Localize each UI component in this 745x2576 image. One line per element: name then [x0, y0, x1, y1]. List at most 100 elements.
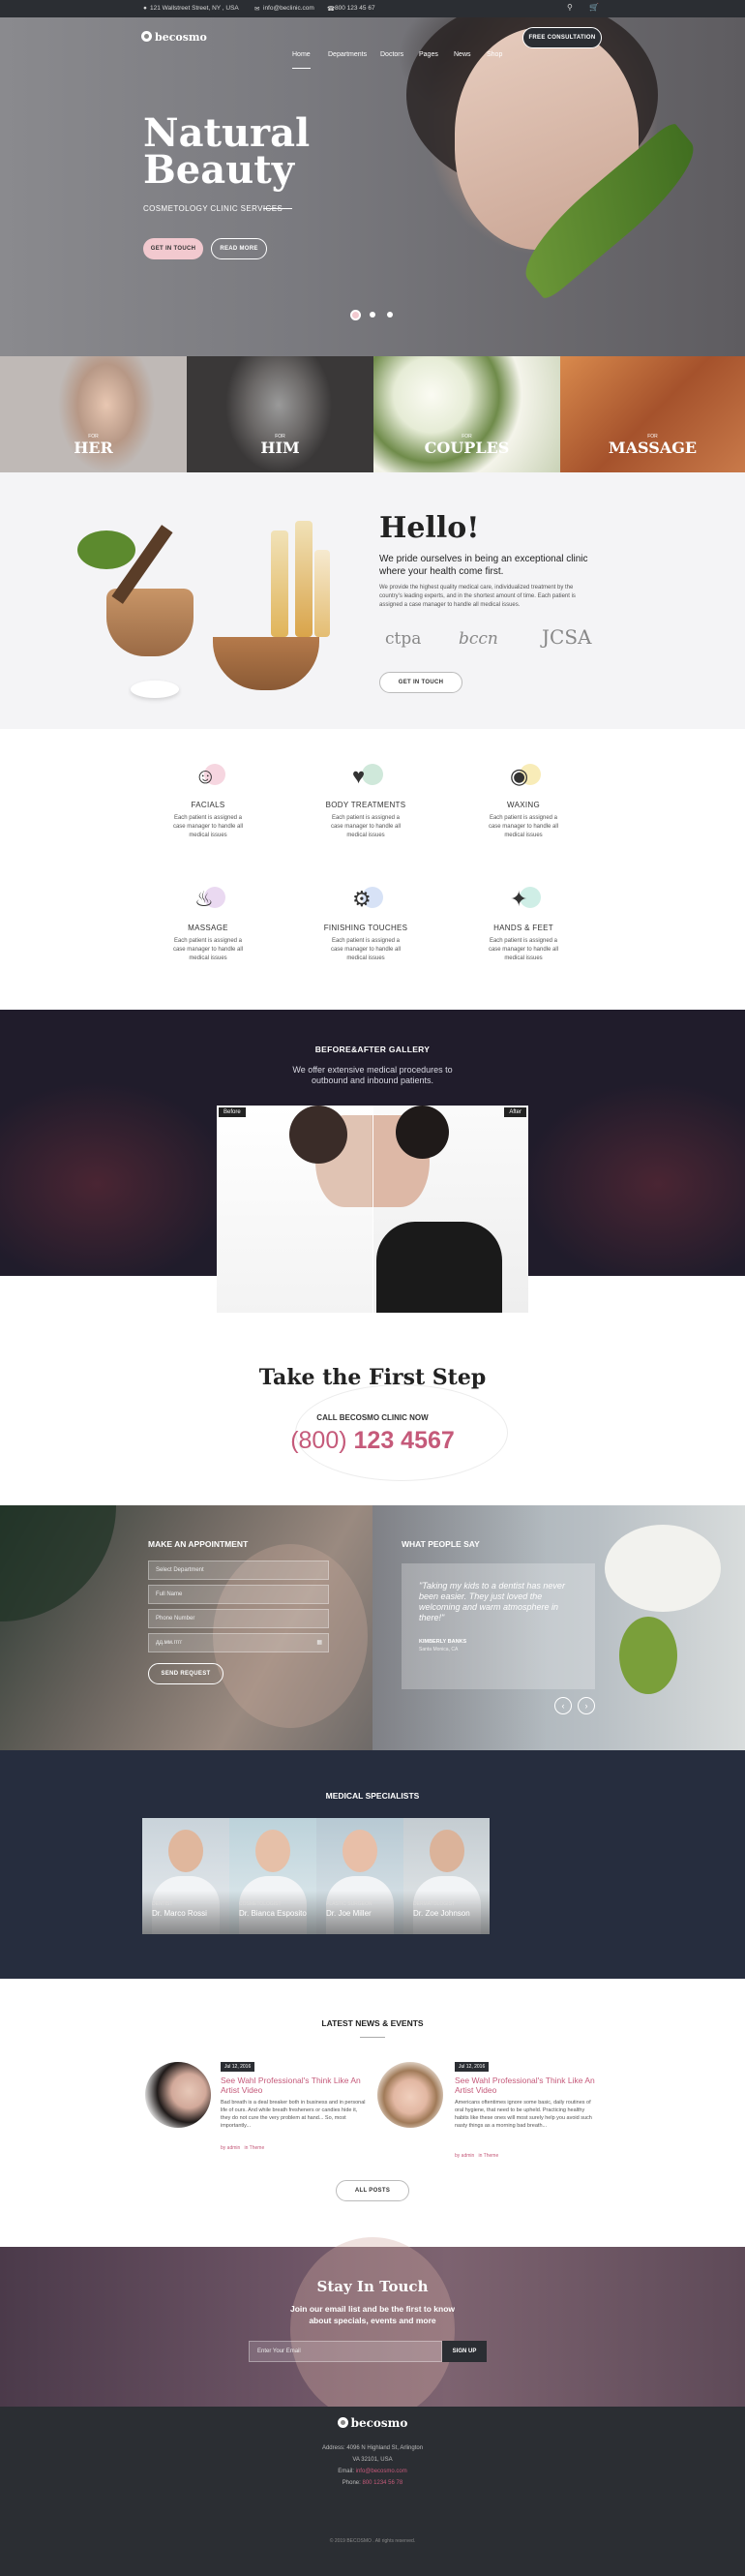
testimonial-next-button[interactable]: › [578, 1697, 595, 1714]
phone-number-input[interactable]: Phone Number [148, 1609, 329, 1628]
face-icon: ☺ [191, 760, 225, 795]
hello-get-in-touch-button[interactable]: GET IN TOUCH [379, 672, 462, 693]
all-posts-button[interactable]: ALL POSTS [336, 2180, 409, 2201]
service-body-treatments[interactable]: ♥ BODY TREATMENTS Each patient is assign… [293, 760, 438, 840]
service-title: HANDS & FEET [493, 924, 553, 932]
service-text: Each patient is assigned a case manager … [488, 938, 559, 961]
footer-email-label: Email: [338, 2469, 354, 2474]
service-massage[interactable]: ♨ MASSAGE Each patient is assigned a cas… [135, 883, 281, 963]
news-thumb[interactable] [377, 2062, 443, 2128]
hello-section: Hello! We pride ourselves in being an ex… [0, 472, 745, 729]
testimonial-author: KIMBERLY BANKS [419, 1639, 467, 1645]
news-category[interactable]: in Theme [478, 2153, 498, 2159]
before-after-slider[interactable]: Before After [217, 1106, 528, 1313]
nav-doctors[interactable]: Doctors [380, 51, 403, 58]
sign-up-button[interactable]: SIGN UP [442, 2341, 487, 2362]
nav-pages[interactable]: Pages [419, 51, 438, 58]
doctor-card[interactable]: DERMATOLOGIST Dr. Zoe Johnson [403, 1818, 490, 1934]
hero-section: becosmo Home Departments Doctors Pages N… [0, 17, 745, 356]
service-title: BODY TREATMENTS [325, 801, 406, 809]
call-title: Take the First Step [258, 1365, 487, 1390]
slider-divider[interactable] [372, 1106, 373, 1313]
logo-jcsa: JCSA [542, 625, 592, 649]
news-meta: by admin in Theme [221, 2145, 264, 2151]
stay-in-touch-section: Stay In Touch Join our email list and be… [0, 2237, 745, 2421]
news-post-title[interactable]: See Wahl Professional's Think Like An Ar… [455, 2076, 600, 2095]
news-author[interactable]: by admin [455, 2153, 474, 2159]
full-name-input[interactable]: Full Name [148, 1585, 329, 1604]
date-input[interactable]: дд.мм.гггг ▦ [148, 1633, 329, 1652]
footer-phone-link[interactable]: 800 1234 56 78 [362, 2480, 402, 2486]
doctor-card[interactable]: PLASTIC SURGEON Dr. Joe Miller [316, 1818, 403, 1934]
doctor-card[interactable]: COSMETOLOGIST Dr. Bianca Esposito [229, 1818, 316, 1934]
nav-shop[interactable]: Shop [487, 51, 502, 58]
service-hands-feet[interactable]: ✦ HANDS & FEET Each patient is assigned … [451, 883, 596, 963]
slider-dot-3[interactable] [387, 312, 393, 318]
doctor-role: COSMETOLOGIST [239, 1901, 282, 1907]
free-consultation-button[interactable]: FREE CONSULTATION [522, 27, 602, 48]
oil-bottle-1 [271, 530, 288, 637]
calendar-icon[interactable]: ▦ [316, 1639, 322, 1646]
touch-text: Join our email list and be the first to … [289, 2304, 456, 2325]
footer-address-line1: Address: 4096 N Highland St, Arlington [321, 2445, 424, 2451]
after-clothes [376, 1222, 502, 1313]
site-logo[interactable]: becosmo [141, 31, 207, 44]
testimonial-card: "Taking my kids to a dentist has never b… [402, 1563, 595, 1689]
category-him[interactable]: FOR HIM [187, 356, 373, 472]
category-label: HIM [260, 439, 300, 457]
category-label: MASSAGE [608, 439, 698, 457]
hero-read-more-button[interactable]: READ MORE [211, 238, 267, 259]
hello-title: Hello! [379, 511, 480, 545]
doctor-role: DERMATOLOGIST [413, 1901, 455, 1907]
news-meta: by admin in Theme [455, 2153, 498, 2159]
category-couples[interactable]: FOR COUPLES [373, 356, 560, 472]
department-select[interactable]: Select Department [148, 1561, 329, 1580]
cart-icon[interactable]: 🛒 [589, 3, 599, 12]
after-label: After [504, 1107, 526, 1117]
specialists-title: MEDICAL SPECIALISTS [325, 1791, 420, 1801]
mail-icon: ✉ [254, 6, 260, 13]
doctor-photo [255, 1830, 290, 1872]
location-icon: ● [143, 5, 147, 12]
service-waxing[interactable]: ◉ WAXING Each patient is assigned a case… [451, 760, 596, 840]
news-post-title[interactable]: See Wahl Professional's Think Like An Ar… [221, 2076, 366, 2095]
service-facials[interactable]: ☺ FACIALS Each patient is assigned a cas… [135, 760, 281, 840]
newsletter-email-input[interactable]: Enter Your Email [249, 2341, 442, 2362]
nav-departments[interactable]: Departments [328, 51, 367, 58]
testimonial-prev-button[interactable]: ‹ [554, 1697, 572, 1714]
news-category[interactable]: in Theme [244, 2145, 264, 2151]
category-label: HER [74, 439, 113, 457]
footer-logo[interactable]: becosmo [0, 2416, 745, 2430]
service-finishing-touches[interactable]: ⚙ FINISHING TOUCHES Each patient is assi… [293, 883, 438, 963]
news-author[interactable]: by admin [221, 2145, 240, 2151]
doctor-name: Dr. Zoe Johnson [413, 1909, 470, 1918]
call-phone[interactable]: (800) 123 4567 [0, 1427, 745, 1455]
news-excerpt: Bad breath is a deal breaker both in bus… [221, 2100, 366, 2129]
hero-subtitle: COSMETOLOGY CLINIC SERVICES [143, 204, 283, 213]
footer-address-line2: VA 32101, USA [352, 2457, 393, 2463]
nav-home[interactable]: Home [292, 51, 311, 69]
testimonial-section: WHAT PEOPLE SAY "Taking my kids to a den… [372, 1505, 745, 1750]
doctor-card[interactable]: DENTIST Dr. Marco Rossi [142, 1818, 229, 1934]
topbar-email[interactable]: info@beclinic.com [263, 5, 314, 12]
footer-email-link[interactable]: info@becosmo.com [356, 2469, 407, 2474]
topbar-phone[interactable]: 800 123 45 67 [335, 5, 375, 12]
doctor-photo [430, 1830, 464, 1872]
leaves-image [77, 530, 135, 569]
news-thumb[interactable] [145, 2062, 211, 2128]
news-divider [360, 2037, 385, 2038]
footer-email: Email: info@becosmo.com [0, 2469, 745, 2474]
news-date: Jul 12, 2016 [221, 2062, 255, 2072]
stones-image [131, 681, 179, 698]
hero-get-in-touch-button[interactable]: GET IN TOUCH [143, 238, 203, 259]
feet-icon: ✦ [506, 883, 541, 918]
doctor-name: Dr. Joe Miller [326, 1909, 372, 1918]
send-request-button[interactable]: SEND REQUEST [148, 1663, 224, 1684]
slider-dot-2[interactable] [370, 312, 375, 318]
leaf-shadow [0, 1505, 116, 1621]
slider-dot-1[interactable] [350, 310, 361, 320]
category-her[interactable]: FOR HER [0, 356, 187, 472]
category-massage[interactable]: FOR MASSAGE [560, 356, 745, 472]
search-icon[interactable]: ⚲ [567, 3, 573, 12]
nav-news[interactable]: News [454, 51, 471, 58]
